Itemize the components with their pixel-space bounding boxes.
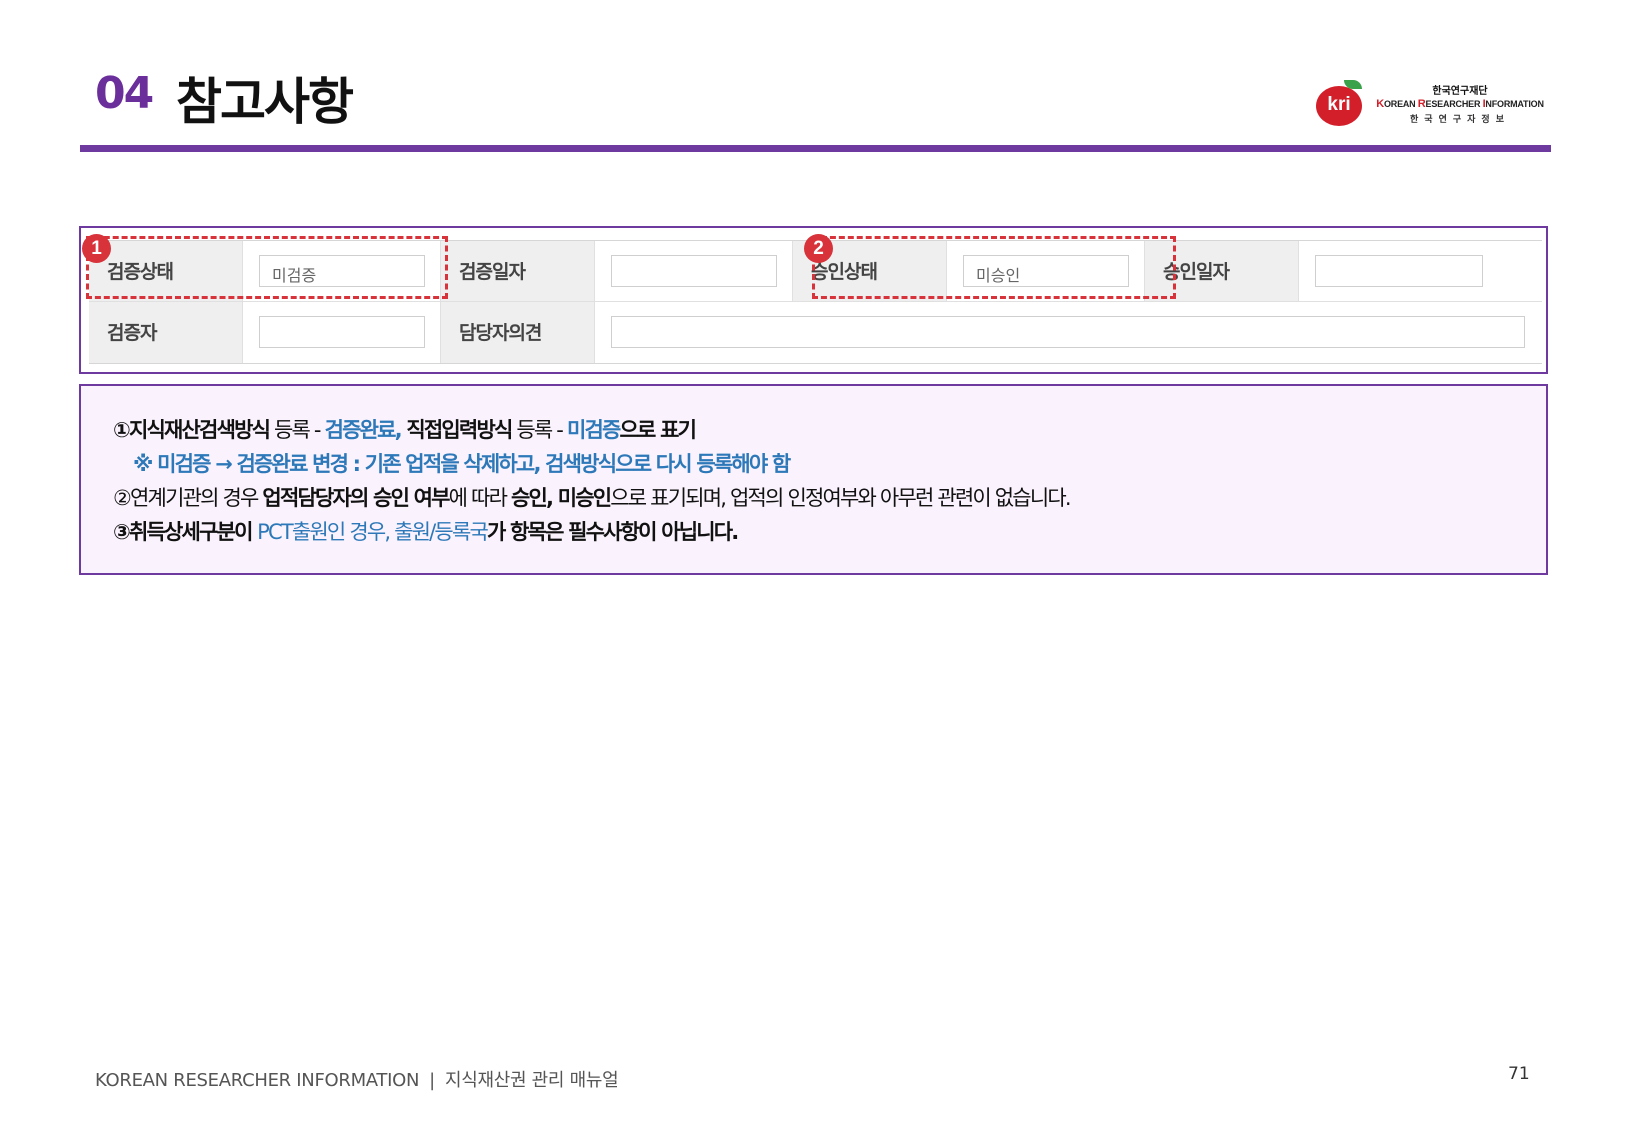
verifier-field[interactable]	[259, 316, 425, 348]
value-manager-opinion	[595, 302, 1542, 363]
footer-title: KOREAN RESEARCHER INFORMATION | 지식재산권 관리 매…	[95, 1070, 619, 1091]
note-line-4: ③취득상세구분이 PCT출원인 경우, 출원/등록국가 항목은 필수사항이 아닙…	[113, 520, 739, 544]
section-number: 04	[95, 68, 154, 119]
logo-korean-name: 한국연구재단	[1432, 86, 1488, 97]
notes-box: ①지식재산검색방식 등록 - 검증완료, 직접입력방식 등록 - 미검증으로 표…	[79, 384, 1548, 575]
page-number: 71	[1508, 1064, 1530, 1084]
logo-korean-sub: 한국연구자정보	[1410, 115, 1510, 125]
label-verifier: 검증자	[89, 302, 243, 363]
value-verifier	[243, 302, 441, 363]
kri-logo: kri 한국연구재단 KOREAN RESEARCHER INFORMATION…	[1316, 80, 1552, 130]
logo-mark: kri	[1327, 94, 1351, 115]
highlight-approval-status	[812, 236, 1176, 299]
title-divider	[80, 145, 1551, 152]
apple-icon: kri	[1316, 86, 1362, 126]
value-verification-date	[595, 241, 793, 302]
note-line-3: ②연계기관의 경우 업적담당자의 승인 여부에 따라 승인, 미승인으로 표기되…	[113, 486, 1072, 510]
highlight-verification-status	[86, 236, 448, 299]
note-line-2: ※ 미검증 → 검증완료 변경 : 기존 업적을 삭제하고, 검색방식으로 다시…	[133, 452, 791, 476]
marker-2: 2	[804, 234, 833, 263]
label-manager-opinion: 담당자의견	[441, 302, 595, 363]
verification-date-field[interactable]	[611, 255, 777, 287]
logo-english-name: KOREAN RESEARCHER INFORMATION	[1376, 98, 1544, 110]
value-approval-date	[1299, 241, 1542, 302]
note-line-1: ①지식재산검색방식 등록 - 검증완료, 직접입력방식 등록 - 미검증으로 표…	[113, 418, 697, 442]
marker-1: 1	[82, 234, 111, 263]
approval-date-field[interactable]	[1315, 255, 1483, 287]
manager-opinion-field[interactable]	[611, 316, 1525, 348]
page-title: 참고사항	[176, 73, 354, 131]
label-verification-date: 검증일자	[441, 241, 595, 302]
